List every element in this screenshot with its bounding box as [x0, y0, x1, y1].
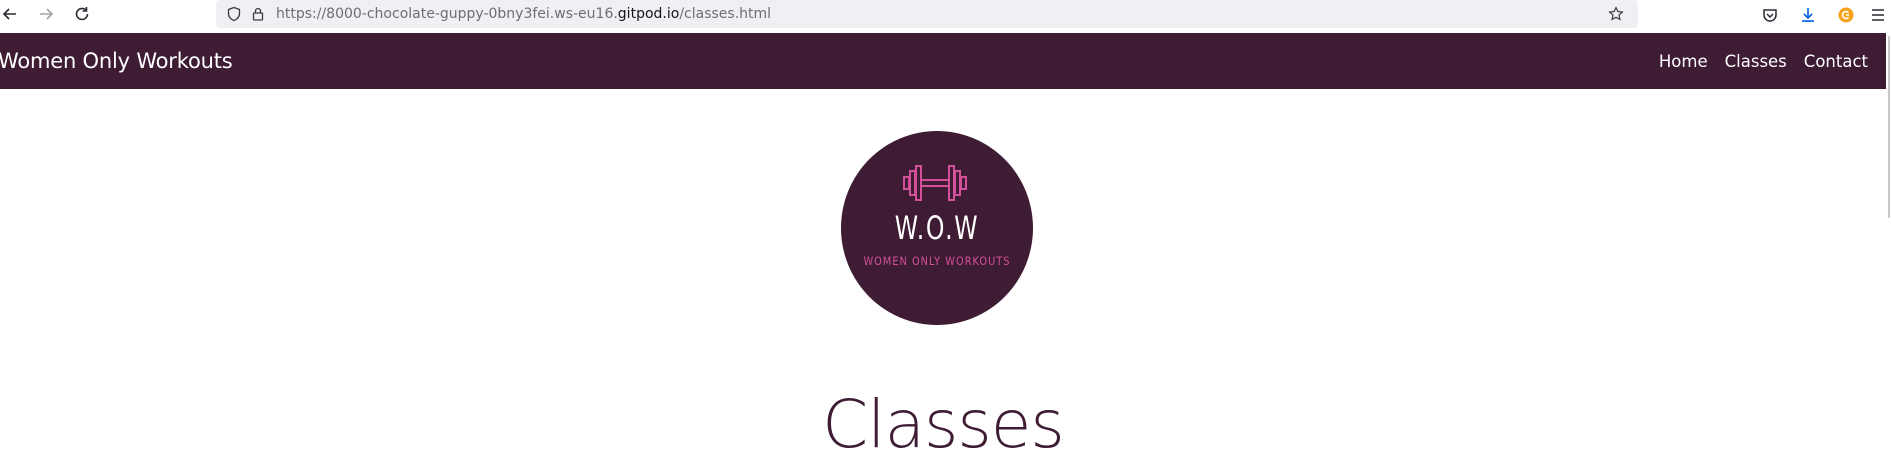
nav-link-home[interactable]: Home [1659, 52, 1708, 71]
reload-button[interactable] [68, 0, 96, 28]
logo-subtitle: WOMEN ONLY WORKOUTS [863, 254, 1011, 268]
logo-title: W.O.W [894, 209, 980, 247]
site-navbar: Women Only Workouts Home Classes Contact [0, 33, 1886, 89]
back-arrow-icon [2, 8, 16, 20]
forward-button[interactable] [32, 0, 60, 28]
lock-icon[interactable] [248, 4, 268, 24]
wow-logo: W.O.W WOMEN ONLY WORKOUTS [841, 131, 1033, 325]
nav-links: Home Classes Contact [1642, 52, 1868, 71]
forward-arrow-icon [40, 8, 54, 20]
download-icon[interactable] [1789, 2, 1827, 28]
back-button[interactable] [0, 0, 24, 28]
reload-icon [75, 7, 89, 21]
extension-icon[interactable] [1827, 2, 1865, 28]
address-bar[interactable]: https://8000-chocolate-guppy-0bny3fei.ws… [216, 0, 1638, 28]
nav-link-classes[interactable]: Classes [1725, 52, 1787, 71]
dumbbell-icon [903, 165, 967, 201]
shield-icon[interactable] [224, 4, 244, 24]
url-text[interactable]: https://8000-chocolate-guppy-0bny3fei.ws… [276, 6, 771, 22]
pocket-icon[interactable] [1751, 2, 1789, 28]
scrollbar-thumb[interactable] [1888, 36, 1890, 218]
menu-icon[interactable] [1865, 2, 1891, 28]
browser-toolbar: https://8000-chocolate-guppy-0bny3fei.ws… [0, 0, 1891, 32]
page-title: Classes [822, 386, 1065, 463]
nav-link-contact[interactable]: Contact [1804, 52, 1868, 71]
brand-link[interactable]: Women Only Workouts [0, 49, 233, 73]
star-icon[interactable] [1606, 4, 1626, 24]
